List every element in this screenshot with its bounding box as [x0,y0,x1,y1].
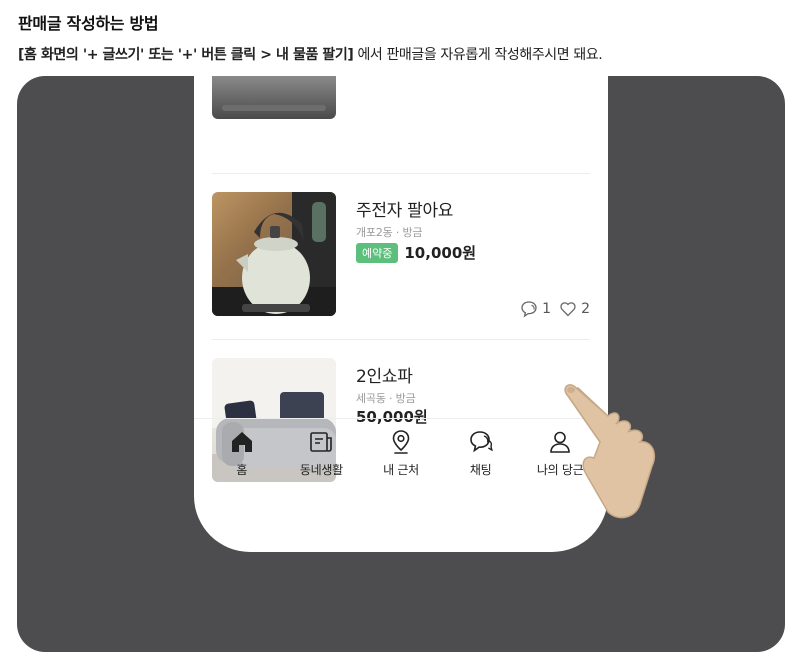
listing-title[interactable]: 2인쇼파 [356,362,413,387]
chat-count: 1 [542,301,552,317]
tab-nearby[interactable]: 내 근처 [362,419,440,499]
tab-label: 내 근처 [383,463,419,477]
tab-home[interactable]: 홈 [203,419,281,499]
listing-price: 10,000원 [404,244,477,262]
divider [212,173,590,174]
news-icon [310,432,333,452]
tab-label: 동네생활 [299,463,343,477]
divider [212,339,590,340]
tab-label: 홈 [236,463,248,477]
like-count: 2 [581,301,590,317]
listing-location-time: 개포2동 · 방금 [356,226,423,239]
pointing-hand-icon [564,384,656,519]
reserved-badge: 예약중 [356,242,399,263]
instruction-text: [홈 화면의 '+ 글쓰기' 또는 '+' 버튼 클릭 > 내 물품 팔기] 에… [18,44,603,64]
tab-label: 채팅 [469,463,492,477]
instruction-rest: 에서 판매글을 자유롭게 작성해주시면 돼요. [353,47,603,63]
previous-item-thumbnail[interactable] [212,76,336,119]
listing-location-time: 세곡동 · 방금 [356,392,416,405]
kettle-thumbnail[interactable] [212,192,336,316]
listing-counts: 1 2 [520,300,590,318]
chat-bubble-icon [521,301,537,318]
home-icon [231,432,252,452]
chat-icon [469,431,493,453]
instruction-bold: [홈 화면의 '+ 글쓰기' 또는 '+' 버튼 클릭 > 내 물품 팔기] [18,47,354,63]
tab-neighborhood[interactable]: 동네생활 [282,419,360,499]
heart-icon [560,302,576,317]
phone-illustration-panel: 주전자 팔아요 개포2동 · 방금 예약중 10,000원 1 2 2인쇼파 세… [17,76,785,652]
tab-chat[interactable]: 채팅 [442,419,520,499]
listing-title[interactable]: 주전자 팔아요 [356,196,453,221]
phone-screen: 주전자 팔아요 개포2동 · 방금 예약중 10,000원 1 2 2인쇼파 세… [194,76,608,552]
bottom-tab-bar: 홈 동네생활 내 근처 채팅 나의 당근 [194,418,608,499]
page-title: 판매글 작성하는 방법 [18,14,159,33]
location-pin-icon [392,430,410,454]
